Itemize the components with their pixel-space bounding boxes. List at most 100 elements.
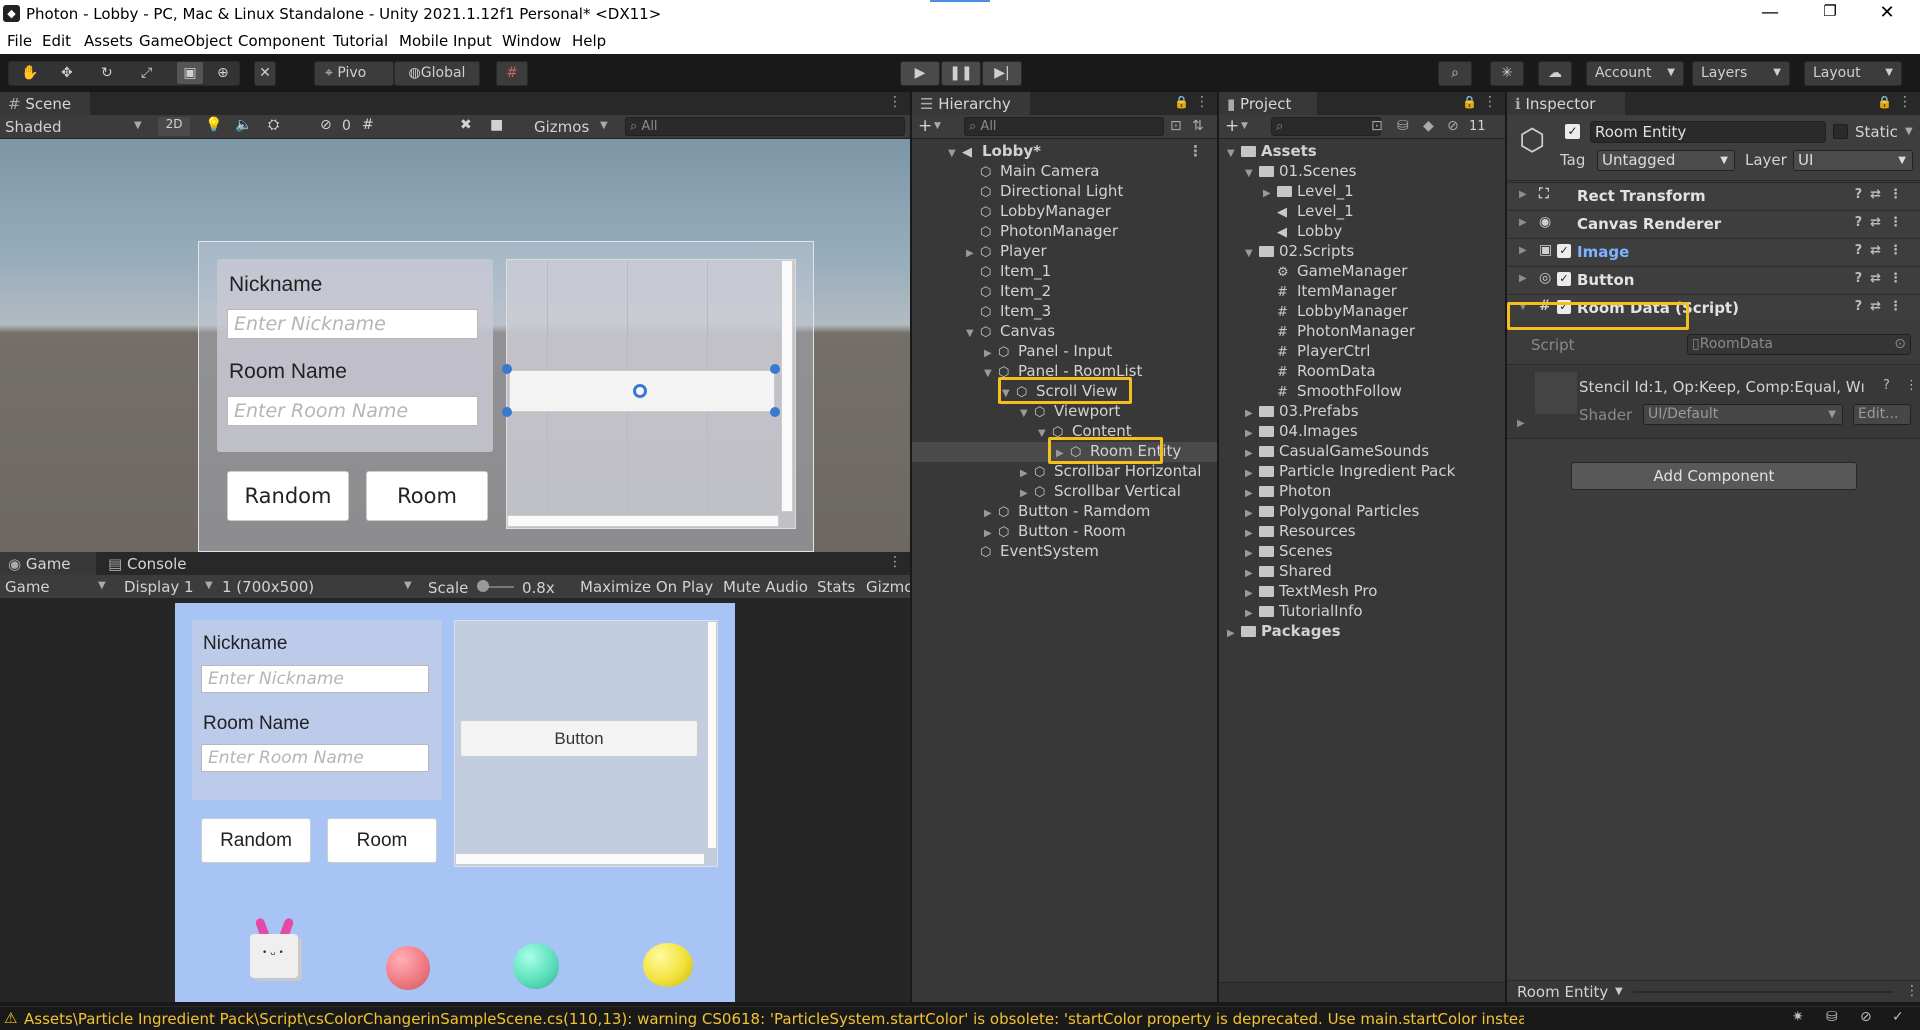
more-icon[interactable]: ⋮ bbox=[1483, 94, 1497, 110]
pivot-toggle[interactable]: ⌖ Pivo bbox=[314, 61, 394, 86]
expanded-arrow-icon[interactable]: ▼ bbox=[984, 368, 998, 379]
lock-icon[interactable]: 🔒 bbox=[1174, 95, 1189, 109]
more-icon[interactable]: ⋮ bbox=[1188, 142, 1203, 160]
component-actions-icon[interactable]: ?⇄⋮ bbox=[1855, 271, 1910, 286]
expanded-arrow-icon[interactable]: ▼ bbox=[1227, 148, 1241, 159]
scale-tool-icon[interactable]: ⤢ bbox=[141, 62, 152, 84]
global-toggle[interactable]: ◍Global bbox=[394, 61, 480, 86]
collapsed-arrow-icon[interactable]: ▶ bbox=[966, 248, 980, 259]
gizmos-dropdown[interactable]: Gizmos bbox=[534, 118, 589, 136]
collapsed-arrow-icon[interactable]: ▶ bbox=[1020, 468, 1034, 479]
collapsed-arrow-icon[interactable]: ▶ bbox=[1245, 548, 1259, 559]
project-item[interactable]: ▶ 04.Images bbox=[1245, 422, 1358, 442]
hierarchy-item[interactable]: ⬡ PhotonManager bbox=[966, 222, 1118, 242]
account-dropdown[interactable]: Account ▼ bbox=[1586, 61, 1684, 86]
pivot-handle[interactable] bbox=[633, 384, 647, 398]
expand-arrow-icon[interactable]: ▶ bbox=[1517, 418, 1525, 429]
menu-mobile-input[interactable]: Mobile Input bbox=[399, 32, 492, 50]
hierarchy-item[interactable]: ⬡ Item_3 bbox=[966, 302, 1051, 322]
rect-handle[interactable] bbox=[502, 364, 512, 374]
project-item[interactable]: ▶ Particle Ingredient Pack bbox=[1245, 462, 1455, 482]
collapsed-arrow-icon[interactable]: ▶ bbox=[1245, 588, 1259, 599]
project-item[interactable]: ▶ TutorialInfo bbox=[1245, 602, 1363, 622]
hierarchy-item[interactable]: ⬡ Main Camera bbox=[966, 162, 1099, 182]
game-nickname-input[interactable]: Enter Nickname bbox=[201, 665, 429, 693]
project-item[interactable]: ▶ Packages bbox=[1227, 622, 1341, 642]
object-name-input[interactable]: Room Entity bbox=[1590, 121, 1826, 143]
more-icon[interactable]: ⋮ bbox=[888, 554, 902, 570]
collapsed-arrow-icon[interactable]: ▶ bbox=[1245, 428, 1259, 439]
rect-handle[interactable] bbox=[770, 407, 780, 417]
tab-console[interactable]: ▤ Console bbox=[100, 552, 200, 575]
component-actions-icon[interactable]: ?⇄⋮ bbox=[1855, 215, 1910, 230]
menu-component[interactable]: Component bbox=[238, 32, 325, 50]
component-actions-icon[interactable]: ?⇄⋮ bbox=[1855, 299, 1910, 314]
project-item[interactable]: ⚙ GameManager bbox=[1263, 262, 1407, 282]
camera-icon[interactable]: ■ bbox=[490, 117, 503, 133]
project-item[interactable]: # SmoothFollow bbox=[1263, 382, 1402, 402]
menu-tutorial[interactable]: Tutorial bbox=[333, 32, 388, 50]
bug-icon[interactable]: ✷ bbox=[1792, 1009, 1804, 1025]
hierarchy-item[interactable]: ▶ ⬡ Button - Room bbox=[984, 522, 1126, 542]
auto-generate-icon[interactable]: ⊘ bbox=[1860, 1009, 1872, 1025]
component-header[interactable]: ▶ ⛶ Rect Transform ?⇄⋮ bbox=[1507, 182, 1920, 209]
component-header[interactable]: ▶ ◎ ✓ Button ?⇄⋮ bbox=[1507, 266, 1920, 293]
active-checkbox[interactable]: ✓ bbox=[1565, 124, 1580, 139]
project-item[interactable]: ▶ Polygonal Particles bbox=[1245, 502, 1419, 522]
menu-window[interactable]: Window bbox=[502, 32, 561, 50]
search-icon[interactable]: ⌕ bbox=[1438, 61, 1472, 86]
collapsed-arrow-icon[interactable]: ▶ bbox=[1519, 189, 1527, 200]
help-icon[interactable]: ? bbox=[1883, 378, 1890, 393]
project-item[interactable]: ▶ Level_1 bbox=[1263, 182, 1354, 202]
component-actions-icon[interactable]: ?⇄⋮ bbox=[1855, 243, 1910, 258]
search-scope-icon[interactable]: ⊡ bbox=[1170, 118, 1182, 134]
effects-toggle-icon[interactable]: ⛭ bbox=[268, 117, 279, 133]
hierarchy-item[interactable]: ▶ ⬡ Button - Ramdom bbox=[984, 502, 1150, 522]
audio-toggle-icon[interactable]: 🔈 bbox=[235, 117, 252, 133]
tab-hierarchy[interactable]: ☰ Hierarchy bbox=[912, 92, 1030, 115]
more-icon[interactable]: ⋮ bbox=[1905, 378, 1918, 393]
filter-label-icon[interactable]: ◆ bbox=[1423, 118, 1434, 134]
add-object-button[interactable]: + bbox=[918, 116, 932, 136]
static-checkbox[interactable] bbox=[1833, 124, 1848, 139]
expanded-arrow-icon[interactable]: ▼ bbox=[1245, 248, 1259, 259]
game-view[interactable]: Nickname Enter Nickname Room Name Enter … bbox=[175, 603, 735, 1002]
collapsed-arrow-icon[interactable]: ▶ bbox=[1245, 468, 1259, 479]
component-enabled-checkbox[interactable]: ✓ bbox=[1557, 244, 1571, 258]
lock-icon[interactable]: 🔒 bbox=[1877, 95, 1892, 109]
rect-tool-icon[interactable]: ▣ bbox=[177, 62, 203, 84]
more-icon[interactable]: ⋮ bbox=[888, 94, 902, 110]
project-item[interactable]: # LobbyManager bbox=[1263, 302, 1408, 322]
hierarchy-item[interactable]: ⬡ Item_1 bbox=[966, 262, 1051, 282]
shader-dropdown[interactable]: UI/Default ▼ bbox=[1643, 404, 1843, 425]
collab-icon[interactable]: ✳ bbox=[1490, 61, 1524, 86]
transform-tool-icon[interactable]: ⊕ bbox=[217, 62, 229, 84]
hierarchy-item[interactable]: ⬡ LobbyManager bbox=[966, 202, 1111, 222]
scene-room-button[interactable]: Room bbox=[366, 471, 488, 521]
layout-dropdown[interactable]: Layout ▼ bbox=[1804, 61, 1902, 86]
display-dropdown[interactable]: Display 1 bbox=[124, 578, 194, 596]
hidden-packages-icon[interactable]: ⊘ bbox=[1447, 118, 1459, 134]
project-item[interactable]: ◀ Level_1 bbox=[1263, 202, 1354, 222]
project-item[interactable]: ▶ Shared bbox=[1245, 562, 1332, 582]
light-toggle-icon[interactable]: 💡 bbox=[205, 117, 222, 133]
resolution-dropdown[interactable]: 1 (700x500) bbox=[222, 578, 314, 596]
project-item[interactable]: ▶ TextMesh Pro bbox=[1245, 582, 1377, 602]
gizmos-toggle[interactable]: Gizmo bbox=[866, 578, 910, 596]
tab-inspector[interactable]: ℹ Inspector bbox=[1507, 92, 1625, 115]
collapsed-arrow-icon[interactable]: ▶ bbox=[984, 528, 998, 539]
project-item[interactable]: ◀ Lobby bbox=[1263, 222, 1342, 242]
project-item[interactable]: ▶ Photon bbox=[1245, 482, 1331, 502]
layers-dropdown[interactable]: Layers ▼ bbox=[1692, 61, 1790, 86]
game-mode-dropdown[interactable]: Game bbox=[5, 578, 50, 596]
maximize-on-play-toggle[interactable]: Maximize On Play bbox=[580, 578, 713, 596]
scene-search-input[interactable]: ⌕ All bbox=[625, 117, 905, 136]
custom-tool-icon[interactable]: ✕ bbox=[254, 61, 276, 86]
project-item[interactable]: # PlayerCtrl bbox=[1263, 342, 1370, 362]
collapsed-arrow-icon[interactable]: ▶ bbox=[1245, 528, 1259, 539]
more-icon[interactable]: ⋮ bbox=[1195, 94, 1209, 110]
expanded-arrow-icon[interactable]: ▼ bbox=[948, 148, 962, 159]
project-item[interactable]: ▶ Scenes bbox=[1245, 542, 1333, 562]
collapsed-arrow-icon[interactable]: ▶ bbox=[984, 508, 998, 519]
collapsed-arrow-icon[interactable]: ▶ bbox=[1245, 508, 1259, 519]
